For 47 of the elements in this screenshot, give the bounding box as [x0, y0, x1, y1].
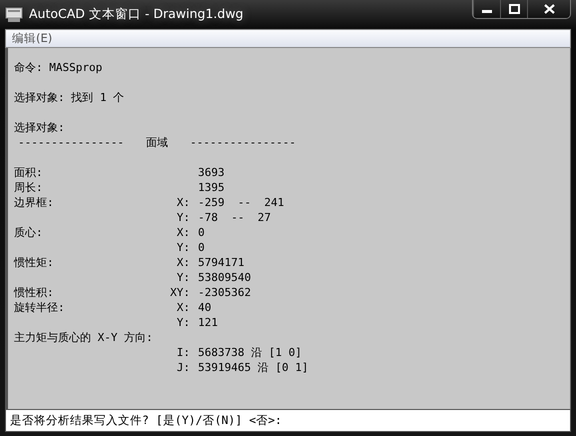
property-label: 周长: — [14, 180, 44, 195]
property-value: 0 — [198, 225, 205, 240]
property-label: 惯性矩: — [14, 255, 55, 270]
axis-label: Y: — [176, 240, 190, 255]
close-icon — [544, 4, 554, 14]
property-label: 边界框: — [14, 195, 55, 210]
command-prompt[interactable]: 是否将分析结果写入文件? [是(Y)/否(N)] <否>: — [5, 409, 571, 432]
axis-label: Y: — [176, 270, 190, 285]
output-line: 选择对象: 找到 1 个 — [14, 90, 124, 105]
output-line: 主力矩与质心的 X-Y 方向: — [14, 330, 153, 345]
menu-item[interactable]: 编辑(E) — [12, 31, 52, 46]
property-label: 质心: — [14, 225, 44, 240]
section-heading: 面域 — [146, 135, 168, 150]
axis-label: X: — [176, 195, 190, 210]
dash-rule: ---------------- — [190, 135, 296, 150]
property-value: -78 -- 27 — [198, 210, 271, 225]
property-value: -259 -- 241 — [198, 195, 284, 210]
property-label: 面积: — [14, 165, 44, 180]
minimize-button[interactable] — [473, 0, 500, 18]
dash-rule: ---------------- — [18, 135, 124, 150]
app-icon — [5, 6, 23, 22]
property-value: 5794171 — [198, 255, 244, 270]
axis-label: I: — [176, 345, 190, 360]
axis-label: Y: — [176, 315, 190, 330]
axis-label: X: — [176, 255, 190, 270]
axis-label: J: — [176, 360, 190, 375]
property-value: 3693 — [198, 165, 224, 180]
axis-label: XY: — [169, 285, 190, 300]
axis-label: X: — [176, 225, 190, 240]
property-value: -2305362 — [198, 285, 251, 300]
output-line: 选择对象: — [14, 120, 65, 135]
property-label: 惯性积: — [14, 285, 55, 300]
axis-label: X: — [176, 300, 190, 315]
property-value: 121 — [198, 315, 218, 330]
property-value: 53919465 沿 [0 1] — [198, 360, 308, 375]
property-value: 1395 — [198, 180, 224, 195]
property-label: 旋转半径: — [14, 300, 66, 315]
property-value: 40 — [198, 300, 212, 315]
property-value: 53809540 — [198, 270, 251, 285]
property-value: 0 — [198, 240, 205, 255]
close-button[interactable] — [527, 0, 570, 18]
axis-label: Y: — [176, 210, 190, 225]
maximize-icon — [508, 4, 520, 14]
window-title: AutoCAD 文本窗口 - Drawing1.dwg — [29, 6, 244, 23]
property-value: 5683738 沿 [1 0] — [198, 345, 302, 360]
maximize-button[interactable] — [500, 0, 527, 18]
output-line: 命令: MASSprop — [14, 60, 102, 75]
